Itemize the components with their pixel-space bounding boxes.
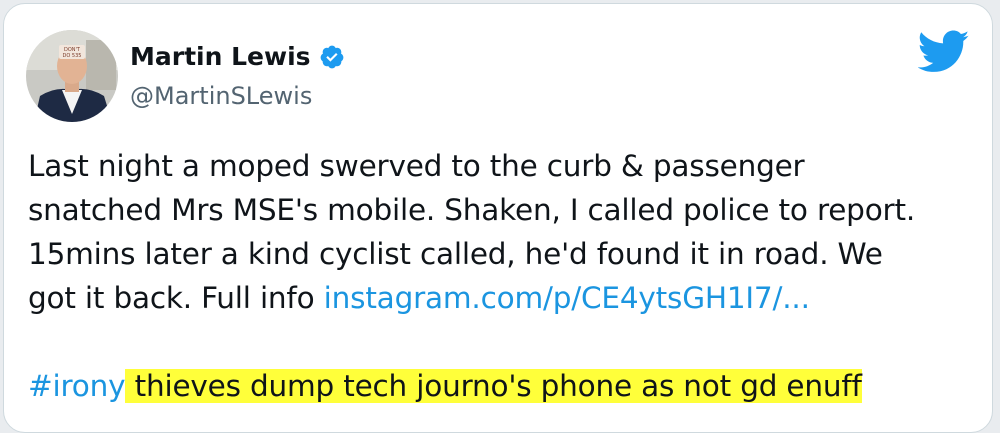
tweet-text-line: snatched Mrs MSE's mobile. Shaken, I cal… (28, 193, 916, 227)
twitter-bird-icon[interactable] (917, 30, 970, 74)
highlighted-text: thieves dump tech journo's phone as not … (125, 369, 862, 403)
tweet-text-segment: got it back. Full info (28, 281, 324, 315)
display-name[interactable]: Martin Lewis (130, 40, 311, 74)
svg-text:DO 535: DO 535 (63, 53, 82, 59)
tweet-text: Last night a moped swerved to the curb &… (28, 144, 978, 408)
avatar-photo: DON'T DO 535 (26, 30, 118, 122)
tweet-text-line-hashtag: #irony thieves dump tech journo's phone … (28, 364, 978, 408)
tweet-text-line-with-link: got it back. Full info instagram.com/p/C… (28, 276, 978, 320)
instagram-link[interactable]: instagram.com/p/CE4ytsGH1I7/... (324, 281, 810, 315)
highlighted-text-content: thieves dump tech journo's phone as not … (134, 369, 862, 403)
tweet-text-line: 15mins later a kind cyclist called, he'd… (28, 237, 883, 271)
verified-badge-icon (319, 44, 345, 70)
tweet-card: DON'T DO 535 Martin Lewis @MartinSLewis … (3, 3, 993, 433)
tweet-text-line: Last night a moped swerved to the curb &… (28, 149, 805, 183)
avatar[interactable]: DON'T DO 535 (26, 30, 118, 122)
irony-hashtag[interactable]: #irony (28, 369, 126, 403)
author-handle[interactable]: @MartinSLewis (130, 80, 312, 112)
author-name-row[interactable]: Martin Lewis (130, 40, 345, 74)
